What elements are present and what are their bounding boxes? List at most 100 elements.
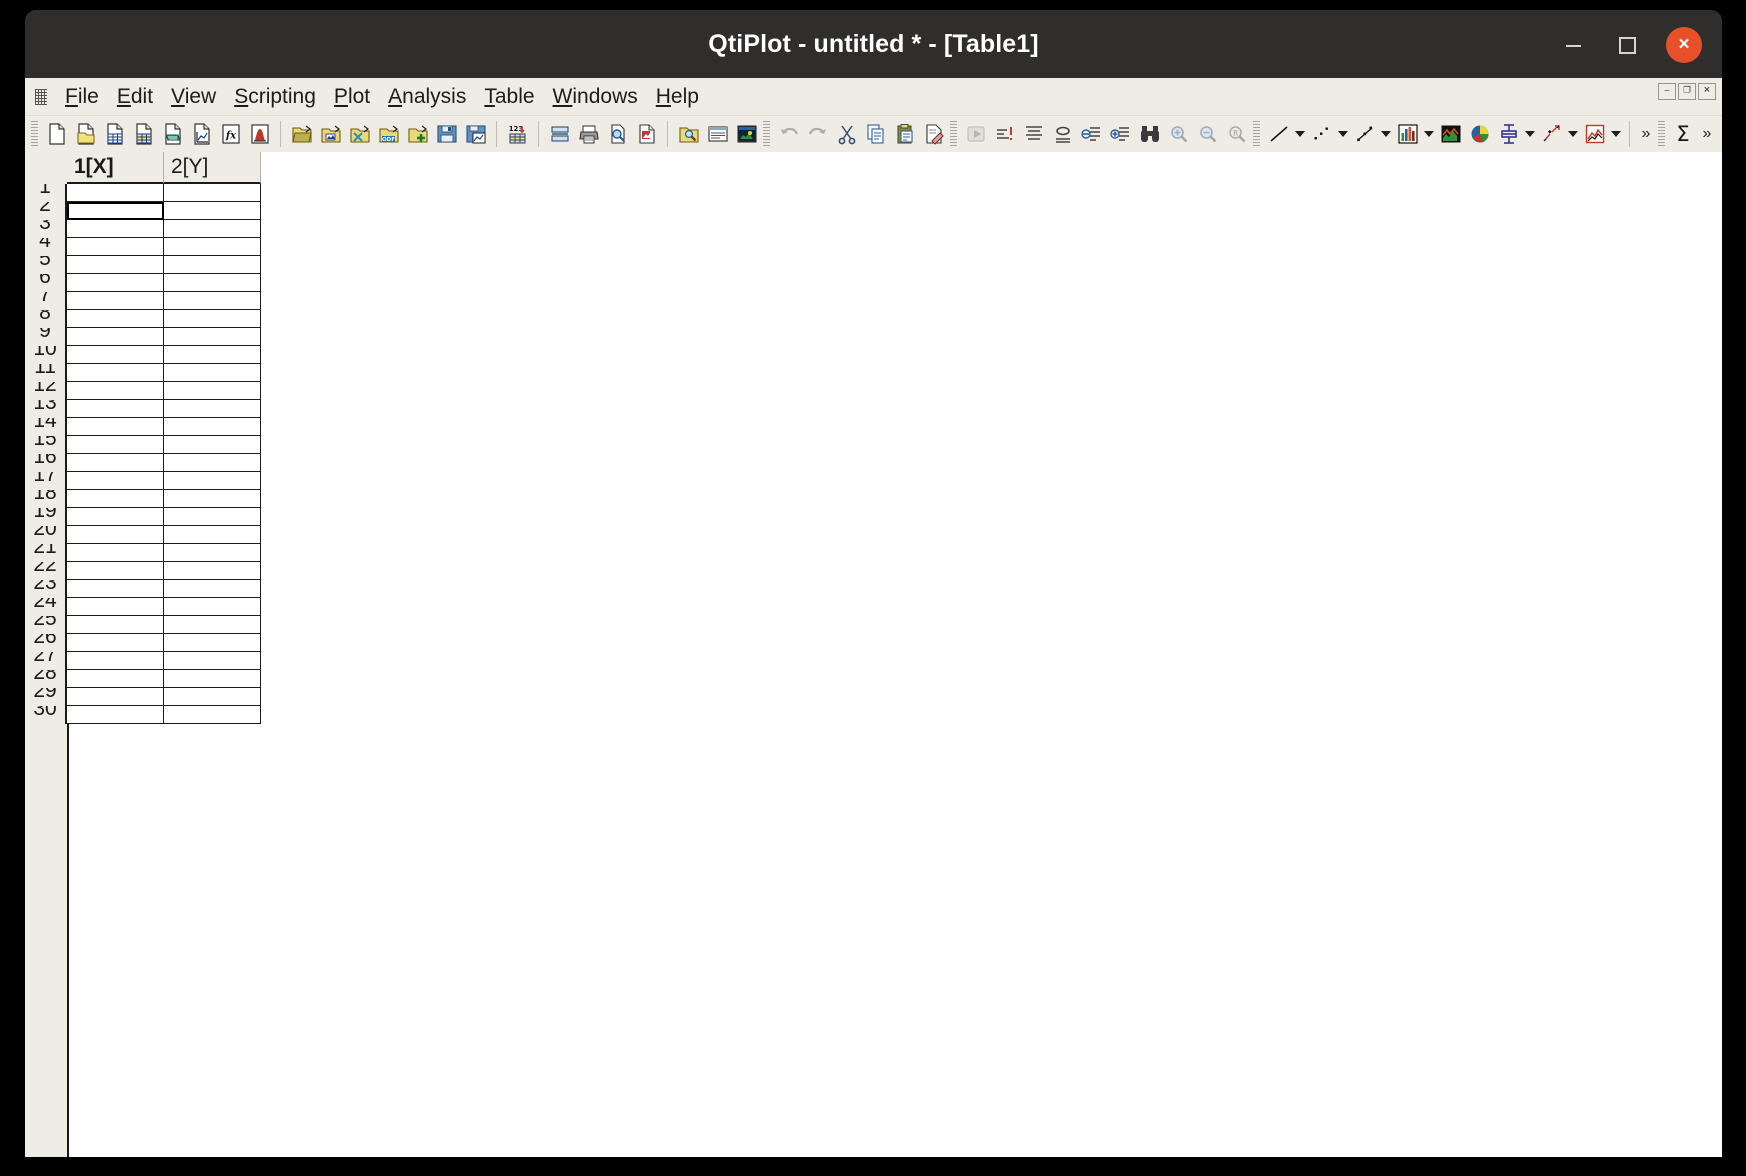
cell-r6-c2[interactable]: [164, 274, 261, 292]
row-header-23[interactable]: 23: [25, 580, 67, 598]
cell-r16-c1[interactable]: [67, 454, 164, 472]
cell-r21-c2[interactable]: [164, 544, 261, 562]
page-setup-icon[interactable]: [546, 120, 573, 148]
row-header-18[interactable]: 18: [25, 490, 67, 508]
add-column-icon[interactable]: [1078, 120, 1105, 148]
cell-r8-c2[interactable]: [164, 310, 261, 328]
cell-r5-c2[interactable]: [164, 256, 261, 274]
cell-r17-c2[interactable]: [164, 472, 261, 490]
menu-view[interactable]: View: [162, 83, 225, 111]
cell-r27-c1[interactable]: [67, 652, 164, 670]
cell-r15-c2[interactable]: [164, 436, 261, 454]
cell-r26-c2[interactable]: [164, 634, 261, 652]
row-header-3[interactable]: 3: [25, 220, 67, 238]
cell-r10-c2[interactable]: [164, 346, 261, 364]
table-corner-box[interactable]: [25, 152, 69, 184]
toolbar-overflow-button[interactable]: »: [1636, 120, 1656, 148]
cell-r29-c1[interactable]: [67, 688, 164, 706]
row-header-16[interactable]: 16: [25, 454, 67, 472]
cell-r15-c1[interactable]: [67, 436, 164, 454]
row-header-28[interactable]: 28: [25, 670, 67, 688]
plot-pie-icon[interactable]: [1466, 120, 1493, 148]
cell-r4-c2[interactable]: [164, 238, 261, 256]
cell-r20-c2[interactable]: [164, 526, 261, 544]
row-header-5[interactable]: 5: [25, 256, 67, 274]
row-header-20[interactable]: 20: [25, 526, 67, 544]
plot-line-dropdown-arrow-icon[interactable]: [1293, 120, 1307, 148]
cell-r30-c1[interactable]: [67, 706, 164, 724]
paste-icon[interactable]: [891, 120, 918, 148]
row-header-9[interactable]: 9: [25, 328, 67, 346]
row-header-4[interactable]: 4: [25, 238, 67, 256]
row-header-12[interactable]: 12: [25, 382, 67, 400]
statistics-sigma-icon[interactable]: Σ: [1669, 120, 1697, 148]
set-values-icon[interactable]: [991, 120, 1018, 148]
row-header-30[interactable]: 30: [25, 706, 67, 724]
plot-line-symbol-icon[interactable]: [1351, 120, 1378, 148]
open-image-icon[interactable]: [317, 120, 344, 148]
delete-icon[interactable]: [920, 120, 947, 148]
cell-r29-c2[interactable]: [164, 688, 261, 706]
column-header-2[interactable]: 2[Y]: [164, 152, 261, 184]
cell-r3-c1[interactable]: [67, 220, 164, 238]
row-header-7[interactable]: 7: [25, 292, 67, 310]
open-project-icon[interactable]: [288, 120, 315, 148]
menu-help[interactable]: Help: [647, 83, 708, 111]
save-project-icon[interactable]: [433, 120, 460, 148]
new-matrix-icon[interactable]: [130, 120, 157, 148]
cell-r19-c2[interactable]: [164, 508, 261, 526]
row-header-24[interactable]: 24: [25, 598, 67, 616]
cell-r28-c1[interactable]: [67, 670, 164, 688]
toolbar-grip[interactable]: [950, 121, 957, 147]
cut-icon[interactable]: [833, 120, 860, 148]
cell-r3-c2[interactable]: [164, 220, 261, 238]
row-header-15[interactable]: 15: [25, 436, 67, 454]
row-header-2[interactable]: 2: [25, 202, 67, 220]
cell-r5-c1[interactable]: [67, 256, 164, 274]
cell-r14-c1[interactable]: [67, 418, 164, 436]
cell-r22-c1[interactable]: [67, 562, 164, 580]
cell-r2-c2[interactable]: [164, 202, 261, 220]
window-maximize-button[interactable]: [1611, 28, 1644, 61]
row-header-6[interactable]: 6: [25, 274, 67, 292]
menu-scripting[interactable]: Scripting: [225, 83, 325, 111]
cell-r8-c1[interactable]: [67, 310, 164, 328]
cell-r2-c1[interactable]: [67, 202, 164, 220]
cell-r18-c2[interactable]: [164, 490, 261, 508]
project-explorer-icon[interactable]: [675, 120, 702, 148]
menu-file[interactable]: File: [56, 83, 108, 111]
open-odf-icon[interactable]: ODF: [375, 120, 402, 148]
console-icon[interactable]: [733, 120, 760, 148]
cell-r9-c2[interactable]: [164, 328, 261, 346]
mdi-minimize-button[interactable]: –: [1658, 83, 1676, 100]
cell-r25-c1[interactable]: [67, 616, 164, 634]
toolbar-overflow-button-2[interactable]: »: [1697, 120, 1717, 148]
cell-r22-c2[interactable]: [164, 562, 261, 580]
row-header-8[interactable]: 8: [25, 310, 67, 328]
cell-r24-c1[interactable]: [67, 598, 164, 616]
cell-r21-c1[interactable]: [67, 544, 164, 562]
results-log-icon[interactable]: [704, 120, 731, 148]
plot-box-icon[interactable]: [1495, 120, 1522, 148]
new-function-plot-icon[interactable]: fx: [217, 120, 244, 148]
row-header-21[interactable]: 21: [25, 544, 67, 562]
new-surface-plot-icon[interactable]: [246, 120, 273, 148]
column-header-1[interactable]: 1[X]: [67, 152, 164, 184]
plot-line-symbol-dropdown-arrow-icon[interactable]: [1379, 120, 1393, 148]
cell-r7-c1[interactable]: [67, 292, 164, 310]
cell-r12-c1[interactable]: [67, 382, 164, 400]
toolbar-grip[interactable]: [763, 121, 770, 147]
mdi-restore-button[interactable]: ❐: [1678, 83, 1696, 100]
align-icon[interactable]: [1020, 120, 1047, 148]
cell-r28-c2[interactable]: [164, 670, 261, 688]
row-header-26[interactable]: 26: [25, 634, 67, 652]
cell-r7-c2[interactable]: [164, 292, 261, 310]
new-folder-icon[interactable]: [72, 120, 99, 148]
menu-analysis[interactable]: Analysis: [379, 83, 475, 111]
cell-r17-c1[interactable]: [67, 472, 164, 490]
menu-table[interactable]: Table: [475, 83, 543, 111]
row-header-27[interactable]: 27: [25, 652, 67, 670]
new-note-icon[interactable]: [159, 120, 186, 148]
new-graph-icon[interactable]: [188, 120, 215, 148]
cell-r20-c1[interactable]: [67, 526, 164, 544]
